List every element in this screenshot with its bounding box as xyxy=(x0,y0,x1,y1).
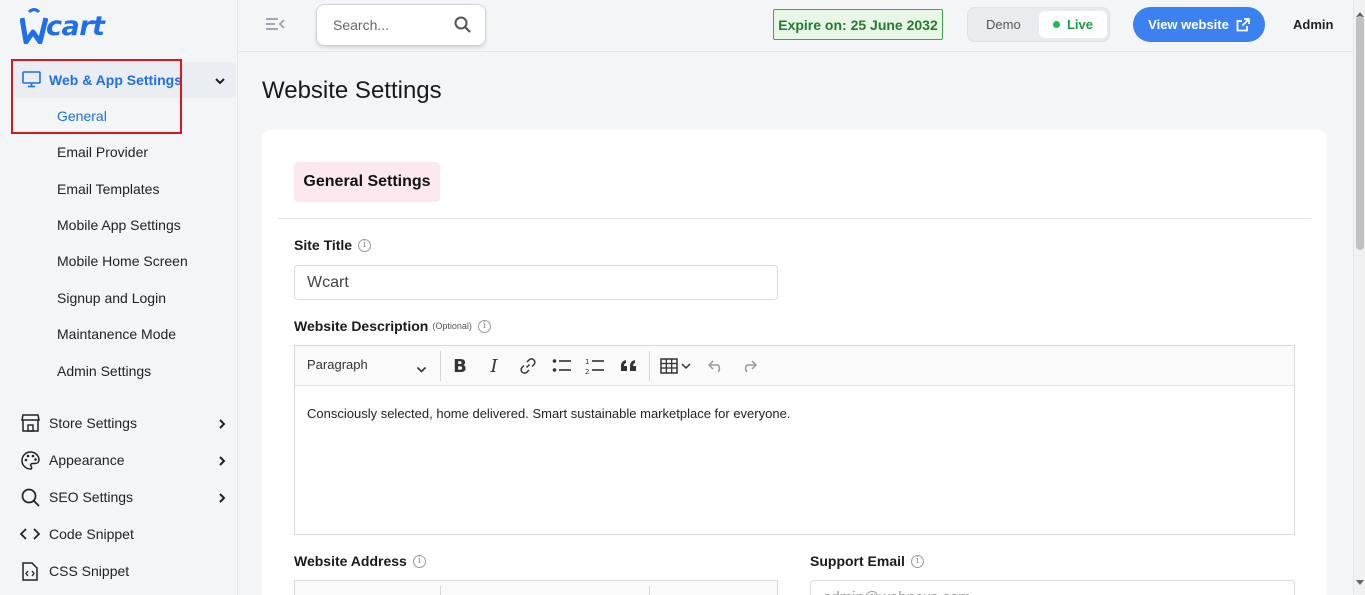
search-icon[interactable] xyxy=(454,16,471,38)
sidebar-subitem-signup-login[interactable]: Signup and Login xyxy=(57,290,166,306)
external-link-icon xyxy=(1236,17,1250,31)
monitor-icon xyxy=(22,71,41,93)
collapse-sidebar-icon[interactable] xyxy=(264,15,286,38)
tab-general-settings[interactable]: General Settings xyxy=(294,162,440,202)
palette-icon xyxy=(20,450,40,470)
site-title-label-text: Site Title xyxy=(294,237,353,253)
site-title-label: Site Title i xyxy=(294,237,372,253)
view-website-label: View website xyxy=(1148,17,1229,32)
sidebar-subitem-email-templates[interactable]: Email Templates xyxy=(57,181,159,197)
toolbar-separator xyxy=(649,351,650,381)
sidebar-subitem-admin-settings[interactable]: Admin Settings xyxy=(57,363,151,379)
info-icon[interactable]: i xyxy=(910,554,924,568)
search-box[interactable] xyxy=(316,4,486,46)
sidebar-subitem-mobile-app-settings[interactable]: Mobile App Settings xyxy=(57,217,181,233)
info-icon[interactable]: i xyxy=(412,554,426,568)
user-menu[interactable]: Admin xyxy=(1293,17,1333,32)
mode-demo-option[interactable]: Demo xyxy=(986,17,1021,32)
sidebar-subitem-mobile-home-screen[interactable]: Mobile Home Screen xyxy=(57,253,188,269)
search-icon xyxy=(20,487,40,507)
sidebar-item-label: Code Snippet xyxy=(49,526,134,542)
editor-toolbar xyxy=(295,581,777,595)
view-website-button[interactable]: View website xyxy=(1133,7,1265,42)
support-email-label: Support Email i xyxy=(810,553,924,569)
chevron-down-icon[interactable] xyxy=(679,355,693,377)
sidebar-subitem-email-provider[interactable]: Email Provider xyxy=(57,144,148,160)
mode-live-label: Live xyxy=(1066,17,1093,32)
svg-text:2: 2 xyxy=(585,368,589,375)
mode-live-option[interactable]: Live xyxy=(1039,11,1107,38)
search-input[interactable] xyxy=(333,17,453,33)
chevron-right-icon xyxy=(218,454,226,470)
sidebar-item-seo-settings[interactable]: SEO Settings xyxy=(20,485,230,509)
sidebar-subitem-general[interactable]: General xyxy=(57,108,107,124)
description-editor[interactable]: Paragraph B I 12 Consciously selected, h… xyxy=(294,345,1295,535)
mode-toggle[interactable]: Demo Live xyxy=(967,7,1110,42)
editor-content[interactable]: Consciously selected, home delivered. Sm… xyxy=(307,406,790,421)
sidebar-item-store-settings[interactable]: Store Settings xyxy=(20,411,230,435)
link-icon[interactable] xyxy=(517,355,539,377)
chevron-right-icon xyxy=(218,491,226,507)
description-label-text: Website Description xyxy=(294,318,429,334)
sidebar-item-label: SEO Settings xyxy=(49,489,134,505)
sidebar: cart Web & App Settings General Email Pr… xyxy=(0,0,238,595)
svg-text:1: 1 xyxy=(585,358,589,366)
sidebar-item-appearance[interactable]: Appearance xyxy=(20,448,230,472)
sidebar-item-css-snippet[interactable]: CSS Snippet xyxy=(20,559,230,583)
toolbar-separator xyxy=(649,586,650,595)
description-label: Website Description (Optional) i xyxy=(294,318,491,334)
chevron-down-icon[interactable] xyxy=(416,361,427,379)
redo-icon[interactable] xyxy=(738,355,760,377)
sidebar-item-label: CSS Snippet xyxy=(49,563,130,579)
info-icon[interactable]: i xyxy=(477,319,491,333)
block-style-dropdown[interactable]: Paragraph xyxy=(307,357,368,372)
store-icon xyxy=(20,413,40,433)
optional-tag: (Optional) xyxy=(432,321,472,331)
page-title: Website Settings xyxy=(262,77,442,104)
sidebar-item-code-snippet[interactable]: Code Snippet xyxy=(20,522,230,546)
brand-logo[interactable]: cart xyxy=(20,6,105,46)
bulleted-list-icon[interactable] xyxy=(551,355,573,377)
scroll-down-icon[interactable] xyxy=(1356,573,1364,591)
toolbar-separator xyxy=(440,351,441,381)
logo-text: cart xyxy=(46,10,105,42)
support-email-field[interactable]: admin@webnexs.com xyxy=(810,580,1295,595)
website-address-label: Website Address i xyxy=(294,553,426,569)
page-scrollbar[interactable] xyxy=(1353,0,1365,595)
live-status-dot xyxy=(1052,21,1060,28)
address-editor[interactable] xyxy=(294,580,778,595)
file-code-icon xyxy=(20,561,40,581)
sidebar-subitem-maintenance-mode[interactable]: Maintanence Mode xyxy=(57,326,176,342)
sidebar-item-label: Store Settings xyxy=(49,415,137,431)
chevron-down-icon xyxy=(214,73,226,91)
numbered-list-icon[interactable]: 12 xyxy=(584,355,606,377)
code-icon xyxy=(20,524,40,544)
sidebar-item-label: Web & App Settings xyxy=(49,72,182,88)
website-address-label-text: Website Address xyxy=(294,553,407,569)
blockquote-icon[interactable] xyxy=(618,355,640,377)
chevron-right-icon xyxy=(218,417,226,433)
toolbar-separator xyxy=(440,586,441,595)
support-email-label-text: Support Email xyxy=(810,553,905,569)
bold-icon[interactable]: B xyxy=(449,355,471,377)
site-title-field[interactable]: Wcart xyxy=(294,265,778,300)
scrollbar-thumb[interactable] xyxy=(1356,16,1364,250)
italic-icon[interactable]: I xyxy=(483,355,505,377)
info-icon[interactable]: i xyxy=(358,238,372,252)
sidebar-item-label: Appearance xyxy=(49,452,125,468)
sidebar-item-web-app-settings[interactable]: Web & App Settings xyxy=(14,62,236,98)
divider xyxy=(278,218,1311,219)
editor-toolbar: Paragraph B I 12 xyxy=(295,346,1294,386)
table-icon[interactable] xyxy=(658,355,680,377)
undo-icon[interactable] xyxy=(705,355,727,377)
expiry-badge: Expire on: 25 June 2032 xyxy=(773,9,943,40)
cart-logo-icon xyxy=(20,8,48,44)
